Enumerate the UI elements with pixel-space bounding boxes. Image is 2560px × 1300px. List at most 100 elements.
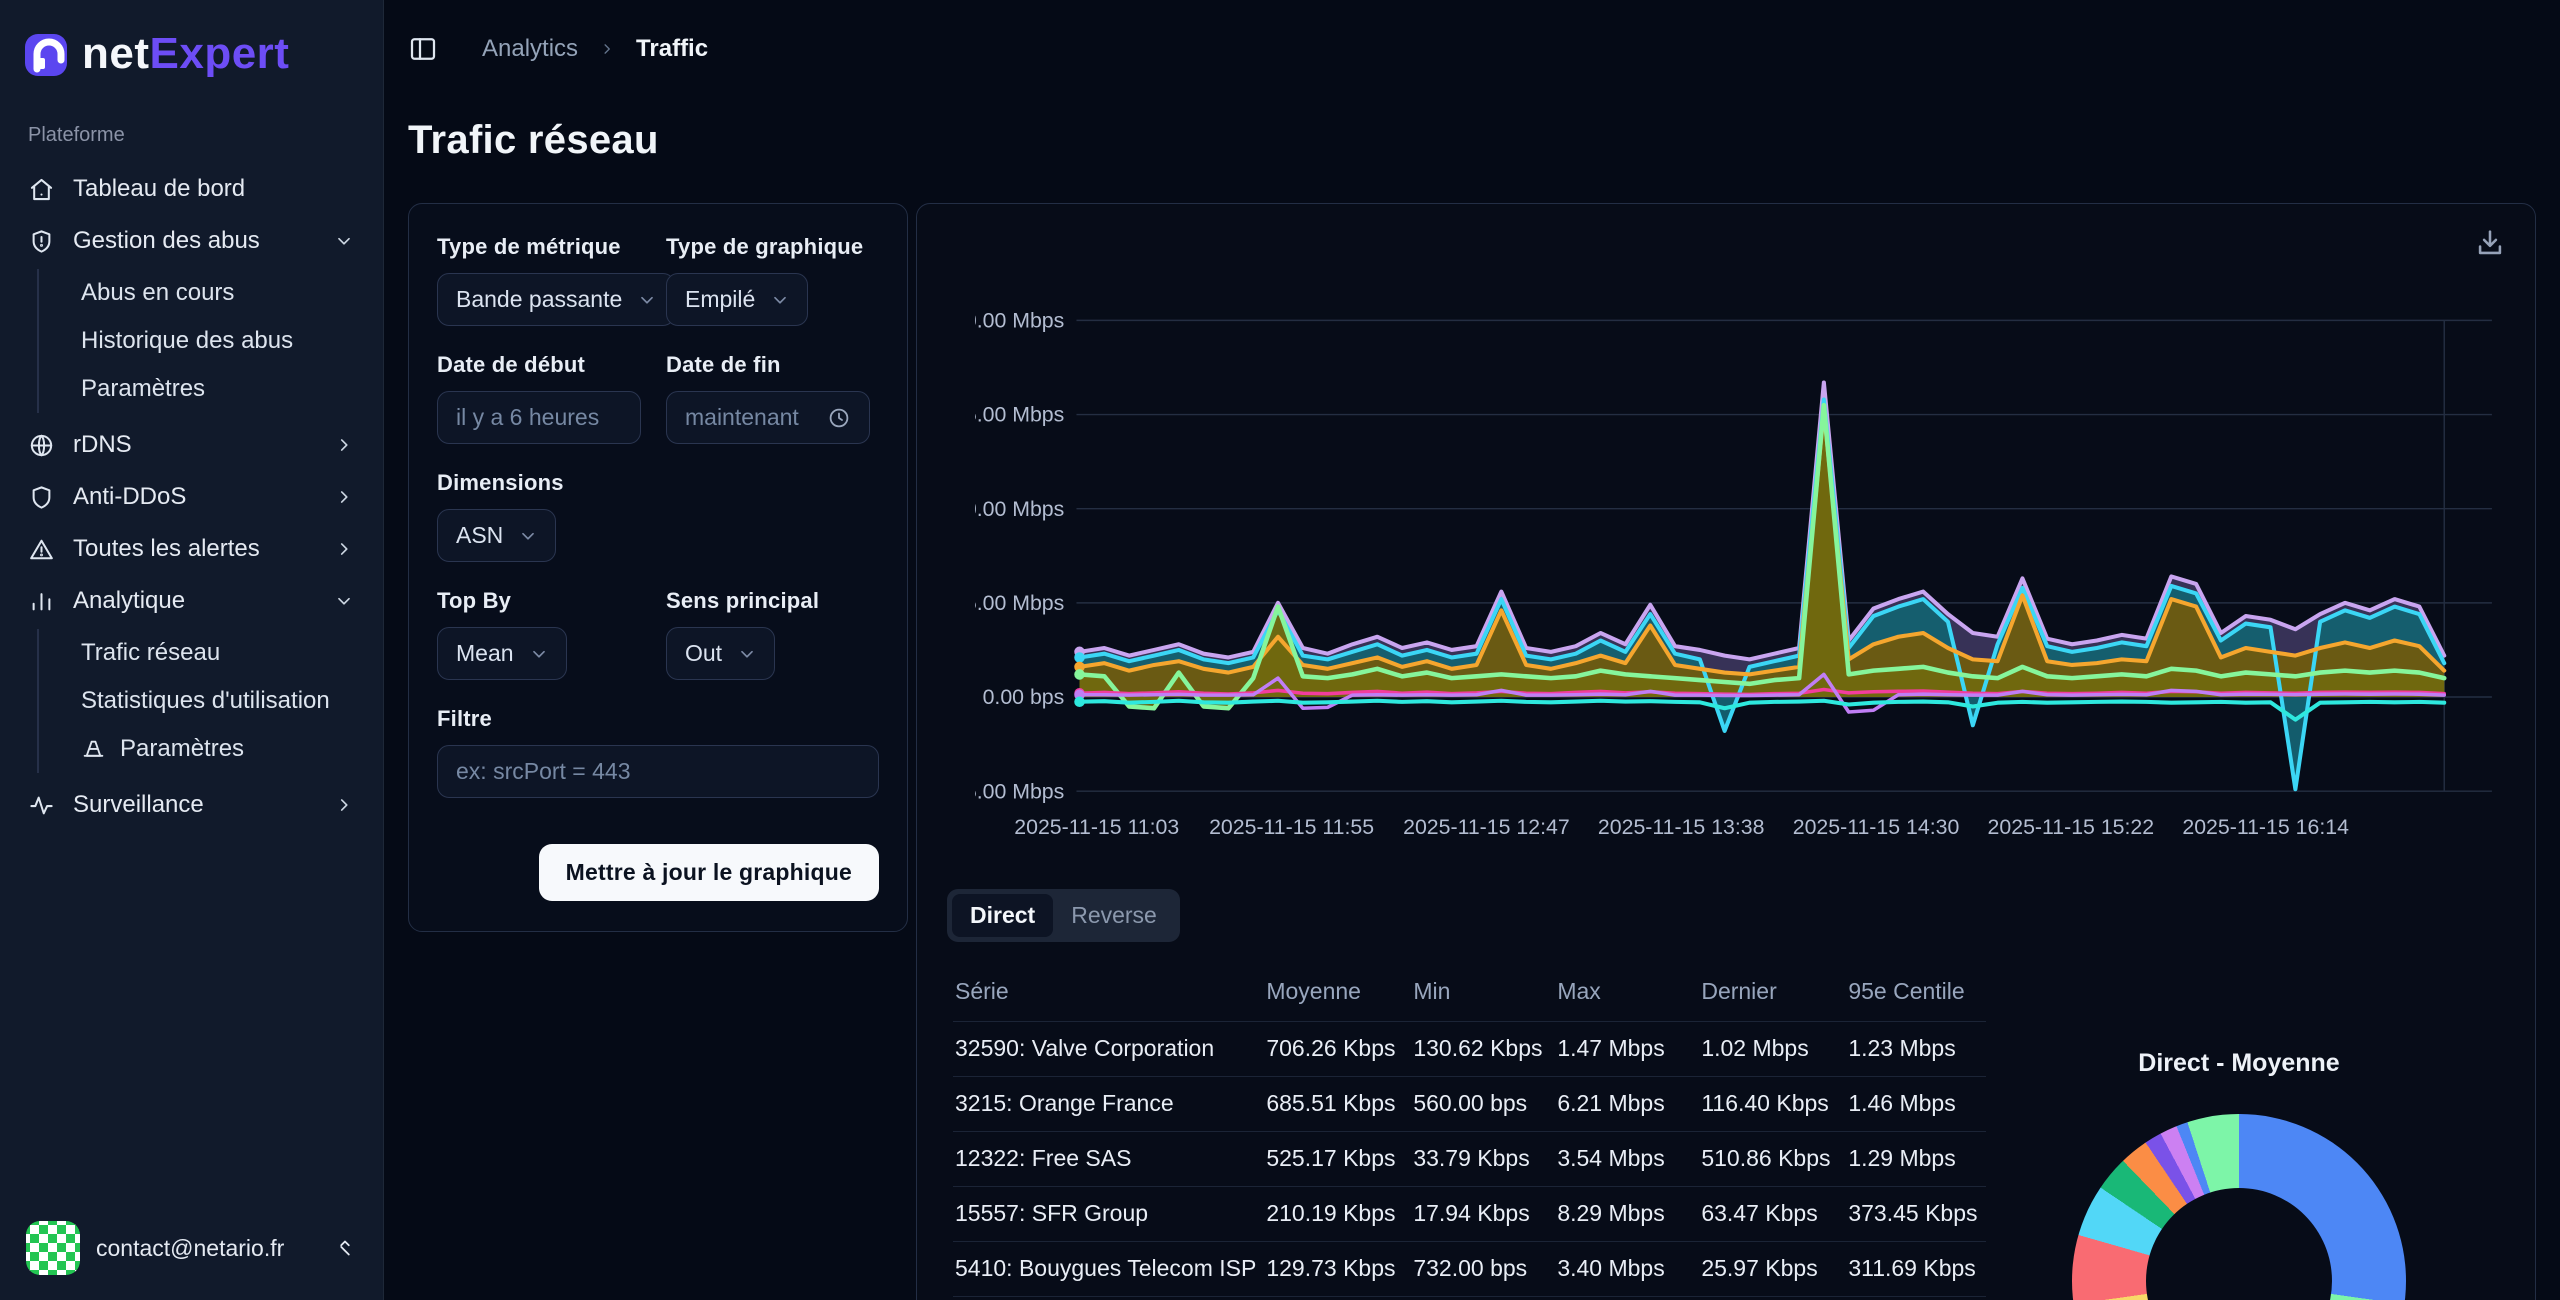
stat-value-cell: 373.45 Kbps [1846,1186,1986,1241]
chart-type-value: Empilé [685,286,755,313]
bar-chart-icon [28,588,55,615]
filter-input[interactable] [456,758,860,785]
chevron-right-icon [333,434,355,456]
direction-label: Sens principal [666,588,879,614]
top-by-value: Mean [456,640,514,667]
table-row[interactable]: 15557: SFR Group210.19 Kbps17.94 Kbps8.2… [953,1186,1986,1241]
start-date-label: Date de début [437,352,666,378]
y-axis-tick-label: 5.00 Mbps [975,591,1064,615]
column-header-dernier: Dernier [1699,968,1846,1022]
chevron-down-icon [736,643,758,665]
stat-value-cell: 312.75 Kbps [1555,1296,1699,1300]
sidebar-item-rdns[interactable]: rDNS [12,419,371,471]
column-header-95e-centile: 95e Centile [1846,968,1986,1022]
breadcrumb: Analytics Traffic [482,35,708,63]
sidebar-item-surveillance[interactable]: Surveillance [12,779,371,831]
stat-value-cell: 3.40 Mbps [1555,1241,1699,1296]
sidebar-subitem-trafic-reseau[interactable]: Trafic réseau [71,629,371,677]
download-icon[interactable] [2473,226,2507,260]
table-row[interactable]: 3215: Orange France685.51 Kbps560.00 bps… [953,1076,1986,1131]
chevron-down-icon [636,289,658,311]
metric-type-select[interactable]: Bande passante [437,273,675,326]
series-stats-table: SérieMoyenneMinMaxDernier95e Centile 325… [953,968,1986,1300]
sidebar-item-gestion-des-abus[interactable]: Gestion des abus [12,215,371,267]
dimensions-select[interactable]: ASN [437,509,556,562]
chart-type-label: Type de graphique [666,234,879,260]
clock-icon[interactable] [827,406,851,430]
traffic-chart: 20.00 Mbps15.00 Mbps10.00 Mbps5.00 Mbps0… [975,294,2497,847]
stat-value-cell: 17.94 Kbps [1411,1186,1555,1241]
stat-value-cell: 732.00 bps [1411,1241,1555,1296]
stat-value-cell: 3.54 Mbps [1555,1131,1699,1186]
sidebar-toggle-icon[interactable] [408,34,438,64]
sidebar-subgroup-analytique: Trafic réseau Statistiques d'utilisation P… [37,629,371,773]
metric-type-label: Type de métrique [437,234,666,260]
sidebar-item-toutes-les-alertes[interactable]: Toutes les alertes [12,523,371,575]
x-axis-tick-label: 2025-11-15 11:55 [1209,815,1374,839]
stat-value-cell: 706.26 Kbps [1264,1021,1411,1076]
sidebar-subitem-label: Abus en cours [81,279,234,307]
table-row[interactable]: 32590: Valve Corporation706.26 Kbps130.6… [953,1021,1986,1076]
direction-select[interactable]: Out [666,627,775,680]
x-axis-tick-label: 2025-11-15 15:22 [1988,815,2155,839]
column-header-max: Max [1555,968,1699,1022]
sidebar-item-tableau-de-bord[interactable]: Tableau de bord [12,163,371,215]
tab-direct[interactable]: Direct [952,894,1053,937]
top-by-select[interactable]: Mean [437,627,567,680]
x-axis-tick-label: 2025-11-15 11:03 [1014,815,1179,839]
area-fill-serie-cyan [1080,400,2445,790]
chevron-down-icon [333,590,355,612]
sidebar-item-anti-ddos[interactable]: Anti-DDoS [12,471,371,523]
x-axis-tick-label: 2025-11-15 12:47 [1403,815,1570,839]
shield-icon [28,484,55,511]
chevron-right-icon [333,538,355,560]
x-axis-tick-label: 2025-11-15 14:30 [1793,815,1960,839]
table-row[interactable]: 24634: Transmog Inc S.A.L84.06 Kbps2.70 … [953,1296,1986,1300]
avatar [26,1221,80,1275]
dimensions-label: Dimensions [437,470,879,496]
start-date-input[interactable] [456,404,622,431]
sidebar-item-analytique[interactable]: Analytique [12,575,371,627]
breadcrumb-analytics[interactable]: Analytics [482,35,578,63]
stat-value-cell: 1.23 Mbps [1846,1021,1986,1076]
update-chart-button[interactable]: Mettre à jour le graphique [539,844,879,901]
home-icon [28,176,55,203]
brand-name-net: net [82,29,150,79]
sidebar-subitem-parametres[interactable]: Paramètres [71,365,371,413]
series-name-cell: 24634: Transmog Inc S.A.L [953,1296,1264,1300]
donut-chart-block: Direct - Moyenne [2009,1049,2469,1300]
sidebar-subitem-historique-des-abus[interactable]: Historique des abus [71,317,371,365]
tab-reverse[interactable]: Reverse [1053,894,1175,937]
user-menu[interactable]: contact@netario.fr [14,1212,369,1284]
main-content: Analytics Traffic Trafic réseau Type de … [384,0,2560,1300]
brand-name: netExpert [82,29,289,79]
end-date-input[interactable] [685,404,821,431]
brand-logo[interactable]: netExpert [0,22,383,86]
sidebar-subitem-parametres[interactable]: Paramètres [71,725,371,773]
line-serie-cyan [1080,400,2445,790]
stat-value-cell: 1.02 Mbps [1699,1021,1846,1076]
table-row[interactable]: 12322: Free SAS525.17 Kbps33.79 Kbps3.54… [953,1131,1986,1186]
stat-value-cell: 130.62 Kbps [1411,1021,1555,1076]
sidebar-subitem-statistiques-d-utilisation[interactable]: Statistiques d'utilisation [71,677,371,725]
stat-value-cell: 2.70 Kbps [1411,1296,1555,1300]
shield-alert-icon [28,228,55,255]
sidebar-subitem-label: Trafic réseau [81,639,220,667]
donut-chart[interactable] [2072,1114,2406,1300]
chart-type-select[interactable]: Empilé [666,273,808,326]
sidebar-subitem-label: Paramètres [120,735,244,763]
table-row[interactable]: 5410: Bouygues Telecom ISP129.73 Kbps732… [953,1241,1986,1296]
y-axis-tick-label: 10.00 Mbps [975,497,1064,521]
sidebar-subitem-abus-en-cours[interactable]: Abus en cours [71,269,371,317]
chevron-right-icon [333,486,355,508]
sidebar-item-label: Tableau de bord [73,175,245,203]
y-axis-tick-label: 15.00 Mbps [975,403,1064,427]
traffic-chart-card: 20.00 Mbps15.00 Mbps10.00 Mbps5.00 Mbps0… [916,203,2536,1300]
sidebar-subgroup-gestion-des-abus: Abus en cours Historique des abus Paramètr… [37,269,371,413]
sidebar-subitem-label: Historique des abus [81,327,293,355]
brand-name-expert: Expert [150,29,290,79]
direction-tabs: Direct Reverse [947,889,1180,942]
traffic-chart-svg: 20.00 Mbps15.00 Mbps10.00 Mbps5.00 Mbps0… [975,294,2497,847]
sidebar-item-label: Surveillance [73,791,204,819]
top-by-label: Top By [437,588,666,614]
